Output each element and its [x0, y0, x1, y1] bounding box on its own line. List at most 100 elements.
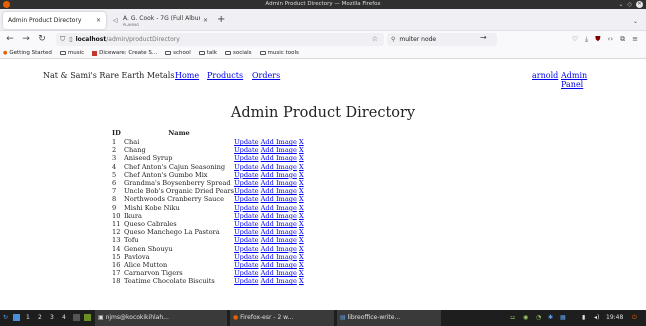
update-link[interactable]: Update — [234, 146, 258, 154]
taskbar-terminal[interactable]: ▣ njms@kocokikihlah... — [95, 310, 227, 326]
bookmark-folder-socials[interactable]: socials — [225, 50, 252, 56]
bookmark-folder-talk[interactable]: talk — [198, 50, 217, 56]
bookmark-diceware[interactable]: Diceware: Create S... — [92, 50, 157, 56]
volume-tray-icon[interactable]: ◂) — [594, 310, 599, 326]
add-image-link[interactable]: Add Image — [261, 195, 297, 203]
tab-list-chevron-icon[interactable]: ⌄ — [633, 18, 638, 25]
update-link[interactable]: Update — [234, 245, 258, 253]
delete-link[interactable]: X — [299, 212, 304, 220]
desktop-icon[interactable] — [13, 310, 20, 326]
tab-close-icon[interactable]: ✕ — [203, 17, 208, 24]
add-image-link[interactable]: Add Image — [261, 261, 297, 269]
delete-link[interactable]: X — [299, 228, 304, 236]
delete-link[interactable]: X — [299, 269, 304, 277]
menu-icon[interactable]: ≡ — [632, 33, 638, 45]
update-link[interactable]: Update — [234, 154, 258, 162]
workspace-3[interactable]: 3 — [50, 310, 54, 326]
delete-link[interactable]: X — [299, 204, 304, 212]
file-manager-icon[interactable] — [84, 310, 91, 326]
shield-icon[interactable]: ⛉ — [60, 35, 65, 44]
nav-link-orders[interactable]: Orders — [252, 71, 280, 80]
battery-tray-icon[interactable]: ▮ — [582, 310, 585, 326]
devtools-icon[interactable]: ‹› — [608, 33, 614, 45]
add-image-link[interactable]: Add Image — [261, 146, 297, 154]
delete-link[interactable]: X — [299, 154, 304, 162]
nav-link-products[interactable]: Products — [207, 71, 243, 80]
add-image-link[interactable]: Add Image — [261, 220, 297, 228]
maximize-icon[interactable]: ◇ — [627, 1, 632, 8]
back-icon[interactable]: ← — [4, 33, 16, 45]
pocket-icon[interactable]: ♡ — [572, 33, 578, 45]
bookmark-folder-school[interactable]: school — [165, 50, 191, 56]
url-bar[interactable]: ⛉ ▯ localhost/admin/productDirectory ☆ — [56, 33, 384, 46]
update-link[interactable]: Update — [234, 171, 258, 179]
delete-link[interactable]: X — [299, 163, 304, 171]
add-image-link[interactable]: Add Image — [261, 171, 297, 179]
add-image-link[interactable]: Add Image — [261, 245, 297, 253]
delete-link[interactable]: X — [299, 253, 304, 261]
extensions-icon[interactable]: ⧉ — [620, 33, 625, 45]
update-link[interactable]: Update — [234, 277, 258, 285]
add-image-link[interactable]: Add Image — [261, 187, 297, 195]
add-image-link[interactable]: Add Image — [261, 204, 297, 212]
taskbar-libreoffice[interactable]: ▤ libreoffice-write... — [337, 310, 441, 326]
page-info-icon[interactable]: ▯ — [69, 36, 72, 43]
update-link[interactable]: Update — [234, 204, 258, 212]
add-image-link[interactable]: Add Image — [261, 154, 297, 162]
update-link[interactable]: Update — [234, 253, 258, 261]
tab-youtube-album[interactable]: ◁ A. G. Cook - 7G (Full Album) PLAYING ✕ — [108, 12, 213, 29]
terminal-launcher-icon[interactable] — [73, 310, 80, 326]
clipboard-tray-icon[interactable]: ▦ — [560, 310, 566, 326]
delete-link[interactable]: X — [299, 277, 304, 285]
search-go-arrow-icon[interactable]: → — [480, 33, 487, 42]
delete-link[interactable]: X — [299, 171, 304, 179]
update-tray-icon[interactable]: ◔ — [536, 310, 541, 326]
nav-link-home[interactable]: Home — [175, 71, 199, 80]
delete-link[interactable]: X — [299, 261, 304, 269]
taskbar-clock[interactable]: 19:48 — [606, 310, 623, 326]
bluetooth-tray-icon[interactable]: ✱ — [548, 310, 553, 326]
tab-admin-product-directory[interactable]: Admin Product Directory ✕ — [3, 12, 106, 29]
delete-link[interactable]: X — [299, 220, 304, 228]
delete-link[interactable]: X — [299, 179, 304, 187]
update-link[interactable]: Update — [234, 179, 258, 187]
delete-link[interactable]: X — [299, 187, 304, 195]
update-link[interactable]: Update — [234, 228, 258, 236]
nav-link-user[interactable]: arnold — [532, 71, 558, 80]
update-link[interactable]: Update — [234, 236, 258, 244]
add-image-link[interactable]: Add Image — [261, 277, 297, 285]
new-tab-icon[interactable]: + — [217, 15, 225, 25]
add-image-link[interactable]: Add Image — [261, 228, 297, 236]
update-link[interactable]: Update — [234, 138, 258, 146]
delete-link[interactable]: X — [299, 146, 304, 154]
downloads-icon[interactable]: ⤓ — [585, 33, 588, 45]
workspace-4[interactable]: 4 — [62, 310, 66, 326]
workspace-1[interactable]: 1 — [26, 310, 30, 326]
add-image-link[interactable]: Add Image — [261, 212, 297, 220]
power-icon[interactable]: ⏻ — [632, 310, 637, 326]
bookmark-star-icon[interactable]: ☆ — [372, 35, 378, 43]
add-image-link[interactable]: Add Image — [261, 236, 297, 244]
bookmark-folder-music[interactable]: music — [59, 50, 84, 56]
update-link[interactable]: Update — [234, 187, 258, 195]
steam-tray-icon[interactable]: ◉ — [523, 310, 528, 326]
update-link[interactable]: Update — [234, 195, 258, 203]
add-image-link[interactable]: Add Image — [261, 138, 297, 146]
delete-link[interactable]: X — [299, 195, 304, 203]
bookmark-folder-music-tools[interactable]: music tools — [259, 50, 299, 56]
delete-link[interactable]: X — [299, 138, 304, 146]
tab-close-icon[interactable]: ✕ — [96, 17, 101, 24]
forward-icon[interactable]: → — [20, 33, 32, 45]
minimize-icon[interactable]: ⌄ — [618, 1, 623, 8]
delete-link[interactable]: X — [299, 236, 304, 244]
add-image-link[interactable]: Add Image — [261, 269, 297, 277]
speaker-icon[interactable]: ◁ — [113, 17, 120, 24]
reload-icon[interactable]: ↻ — [36, 33, 48, 45]
add-image-link[interactable]: Add Image — [261, 179, 297, 187]
update-link[interactable]: Update — [234, 269, 258, 277]
taskbar-firefox[interactable]: ● Firefox-esr - 2 w... — [230, 310, 334, 326]
window-close-icon[interactable]: ✕ — [636, 1, 643, 8]
ublock-origin-icon[interactable]: ⛊ — [595, 33, 600, 45]
update-link[interactable]: Update — [234, 212, 258, 220]
update-link[interactable]: Update — [234, 220, 258, 228]
